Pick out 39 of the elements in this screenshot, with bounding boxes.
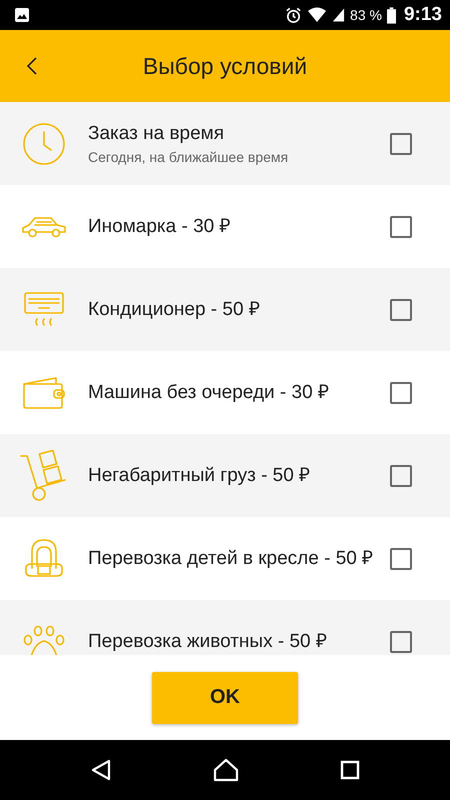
- option-label: Заказ на время: [88, 122, 226, 146]
- option-label: Кондиционер - 50 ₽: [88, 298, 261, 322]
- picture-icon: [14, 7, 30, 23]
- wallet-icon: [22, 376, 66, 410]
- back-icon: [26, 56, 38, 76]
- wifi-icon: [307, 7, 328, 23]
- option-row[interactable]: Кондиционер - 50 ₽: [0, 268, 450, 351]
- hand-truck-icon: [19, 450, 69, 502]
- ok-button[interactable]: OK: [152, 672, 298, 724]
- air-conditioner-icon: [23, 290, 65, 328]
- battery-icon: [386, 6, 396, 24]
- car-icon: [21, 214, 67, 238]
- home-icon[interactable]: [212, 758, 239, 782]
- option-subtitle: Сегодня, на ближайшее время: [88, 149, 290, 166]
- option-label: Перевозка детей в кресле - 50 ₽: [88, 546, 374, 570]
- clock-icon: [22, 122, 66, 166]
- option-row[interactable]: Заказ на время Сегодня, на ближайшее время: [0, 102, 450, 185]
- back-nav-icon[interactable]: [90, 759, 112, 781]
- paw-icon: [23, 624, 65, 655]
- checkbox[interactable]: [390, 630, 412, 652]
- recent-apps-icon[interactable]: [340, 760, 360, 780]
- battery-percent: 83 %: [350, 7, 382, 23]
- signal-icon: [332, 7, 346, 23]
- option-row[interactable]: Негабаритный груз - 50 ₽: [0, 434, 450, 517]
- checkbox[interactable]: [390, 216, 412, 238]
- checkbox[interactable]: [390, 132, 412, 154]
- option-label: Машина без очереди - 30 ₽: [88, 380, 330, 404]
- option-label: Иномарка - 30 ₽: [88, 214, 232, 238]
- option-label: Перевозка животных - 50 ₽: [88, 630, 328, 654]
- checkbox[interactable]: [390, 548, 412, 570]
- checkbox[interactable]: [390, 298, 412, 320]
- option-label: Негабаритный груз - 50 ₽: [88, 464, 312, 488]
- child-seat-icon: [23, 538, 65, 580]
- clock-time: 9:13: [404, 4, 442, 26]
- checkbox[interactable]: [390, 464, 412, 486]
- alarm-clock-icon: [285, 6, 302, 24]
- option-row[interactable]: Перевозка животных - 50 ₽: [0, 600, 450, 655]
- checkbox[interactable]: [390, 382, 412, 404]
- screen-title: Выбор условий: [142, 52, 308, 80]
